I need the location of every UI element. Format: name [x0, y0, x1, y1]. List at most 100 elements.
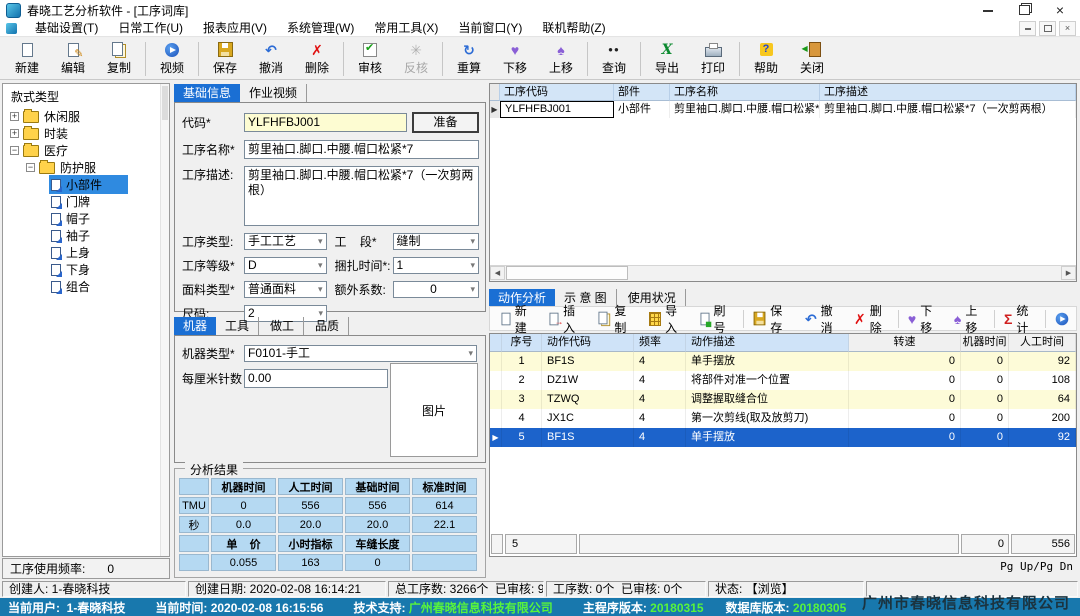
tree-collapse-icon[interactable]: −: [10, 146, 19, 155]
toolbar-button-edit[interactable]: 编辑: [50, 39, 96, 79]
action-button-copy[interactable]: 复制: [591, 308, 642, 330]
col-process-desc[interactable]: 工序描述: [820, 84, 1076, 101]
toolbar-button-search[interactable]: 查询: [591, 39, 637, 79]
toolbar-button-copy[interactable]: 复制: [96, 39, 142, 79]
scrollbar-thumb[interactable]: [162, 86, 168, 120]
tree-item-lower-body[interactable]: 下身: [3, 261, 169, 278]
process-desc-textarea[interactable]: 剪里袖口.脚口.中腰.帽口松紧*7（一次剪两根）: [244, 166, 479, 226]
tree-item-sleeve[interactable]: 袖子: [3, 227, 169, 244]
tree-item-protective[interactable]: −防护服: [3, 159, 169, 176]
tab-tool[interactable]: 工具: [216, 317, 259, 335]
tree-item-medical[interactable]: −医疗: [3, 142, 169, 159]
action-row[interactable]: 1 BF1S 4 单手摆放 0 0 92: [490, 352, 1076, 371]
col-labor-time[interactable]: 人工时间: [1009, 334, 1076, 352]
col-process-name[interactable]: 工序名称: [670, 84, 820, 101]
action-button-move-up[interactable]: 上移: [947, 308, 992, 330]
bundle-time-select[interactable]: 1▾: [393, 257, 479, 274]
mdi-restore-icon[interactable]: [1039, 21, 1056, 36]
tab-quality[interactable]: 品质: [306, 317, 349, 335]
restore-icon[interactable]: [1019, 5, 1030, 15]
col-speed[interactable]: 转速: [849, 334, 961, 352]
menu-reports[interactable]: 报表应用(V): [193, 20, 277, 37]
action-button-move-down[interactable]: 下移: [901, 308, 947, 330]
stitch-density-input[interactable]: [244, 369, 388, 388]
action-row[interactable]: 3 TZWQ 4 调整握取缝合位 0 0 64: [490, 390, 1076, 409]
tree-item-door-tag[interactable]: 门牌: [3, 193, 169, 210]
action-row-selected[interactable]: ▶ 5 BF1S 4 单手摆放 0 0 92: [490, 428, 1076, 447]
toolbar-button-close[interactable]: 关闭: [789, 39, 835, 79]
minimize-icon[interactable]: [983, 9, 993, 12]
toolbar-button-video[interactable]: 视频: [149, 39, 195, 79]
toolbar-button-recalculate[interactable]: 重算: [446, 39, 492, 79]
process-table-row[interactable]: ▶ YLFHFBJ001 小部件 剪里袖口.脚口.中腰.帽口松紧*7 剪里袖口.…: [490, 101, 1076, 118]
scrollbar-thumb[interactable]: [506, 266, 628, 280]
close-icon[interactable]: ×: [1056, 3, 1064, 17]
tree-expand-icon[interactable]: +: [10, 112, 19, 121]
machine-type-select[interactable]: F0101-手工▾: [244, 345, 477, 362]
action-row[interactable]: 2 DZ1W 4 将部件对准一个位置 0 0 108: [490, 371, 1076, 390]
process-name-input[interactable]: [244, 140, 479, 159]
grade-select[interactable]: D▾: [244, 257, 327, 274]
leaf-page-icon: [51, 179, 61, 191]
mdi-minimize-icon[interactable]: [1019, 21, 1036, 36]
status-mode: 状态: 【浏览】: [708, 581, 864, 597]
toolbar-button-export[interactable]: 导出: [644, 39, 690, 79]
tree-item-hat[interactable]: 帽子: [3, 210, 169, 227]
toolbar-button-delete[interactable]: 删除: [294, 39, 340, 79]
action-button-statistics[interactable]: 统计: [997, 308, 1043, 330]
tree-item-fashion[interactable]: +时装: [3, 125, 169, 142]
prepare-button[interactable]: 准备: [412, 112, 479, 133]
action-button-video[interactable]: [1048, 308, 1076, 330]
toolbar-button-print[interactable]: 打印: [690, 39, 736, 79]
action-button-save[interactable]: 保存: [746, 308, 798, 330]
action-button-new[interactable]: 新建: [494, 308, 542, 330]
toolbar-button-help[interactable]: 帮助: [743, 39, 789, 79]
col-machine-time[interactable]: 机器时间: [961, 334, 1009, 352]
tab-basic-info[interactable]: 基础信息: [174, 84, 240, 102]
toolbar-button-undo[interactable]: 撤消: [248, 39, 294, 79]
toolbar-button-save[interactable]: 保存: [202, 39, 248, 79]
scroll-right-icon[interactable]: ▶: [1061, 266, 1076, 280]
menu-basic-settings[interactable]: 基础设置(T): [25, 20, 108, 37]
toolbar-button-new[interactable]: 新建: [4, 39, 50, 79]
menu-system[interactable]: 系统管理(W): [277, 20, 364, 37]
action-button-import[interactable]: 导入: [642, 308, 693, 330]
scroll-left-icon[interactable]: ◀: [490, 266, 505, 280]
code-input[interactable]: [244, 113, 407, 132]
tree-item-combo[interactable]: 组合: [3, 278, 169, 295]
tree-item-upper-body[interactable]: 上身: [3, 244, 169, 261]
segment-select[interactable]: 缝制▾: [393, 233, 479, 250]
tree-item-casual[interactable]: +休闲服: [3, 108, 169, 125]
menu-tools[interactable]: 常用工具(X): [364, 20, 448, 37]
tree-collapse-icon[interactable]: −: [26, 163, 35, 172]
tab-workmanship[interactable]: 做工: [261, 317, 304, 335]
toolbar-button-move-up[interactable]: 上移: [538, 39, 584, 79]
tree-scrollbar[interactable]: [160, 84, 169, 556]
action-button-renumber[interactable]: 刷号: [693, 308, 741, 330]
action-button-delete[interactable]: 删除: [847, 308, 896, 330]
leaf-page-icon: [51, 264, 61, 276]
col-action-desc[interactable]: 动作描述: [686, 334, 849, 352]
action-button-insert[interactable]: 插入: [542, 308, 590, 330]
tab-work-video[interactable]: 作业视频: [240, 84, 307, 102]
col-frequency[interactable]: 频率: [634, 334, 686, 352]
mdi-close-icon[interactable]: ×: [1059, 21, 1076, 36]
toolbar-button-move-down[interactable]: 下移: [492, 39, 538, 79]
horizontal-scrollbar[interactable]: ◀ ▶: [490, 265, 1076, 281]
menu-help[interactable]: 联机帮助(Z): [532, 20, 615, 37]
tree-item-small-parts[interactable]: 小部件: [3, 176, 169, 193]
col-seq[interactable]: 序号: [502, 334, 542, 352]
tab-machine[interactable]: 机器: [174, 317, 216, 335]
col-process-code[interactable]: 工序代码: [500, 84, 614, 101]
fabric-type-select[interactable]: 普通面料▾: [244, 281, 327, 298]
action-row[interactable]: 4 JX1C 4 第一次剪线(取及放剪刀) 0 0 200: [490, 409, 1076, 428]
menu-current-window[interactable]: 当前窗口(Y): [448, 20, 532, 37]
menu-daily-work[interactable]: 日常工作(U): [108, 20, 193, 37]
toolbar-button-audit[interactable]: 审核: [347, 39, 393, 79]
tree-expand-icon[interactable]: +: [10, 129, 19, 138]
action-button-undo[interactable]: 撤消: [798, 308, 847, 330]
col-part[interactable]: 部件: [614, 84, 670, 101]
col-action-code[interactable]: 动作代码: [542, 334, 634, 352]
process-type-select[interactable]: 手工工艺▾: [244, 233, 327, 250]
extra-factor-spinner[interactable]: 0▾: [393, 281, 479, 298]
